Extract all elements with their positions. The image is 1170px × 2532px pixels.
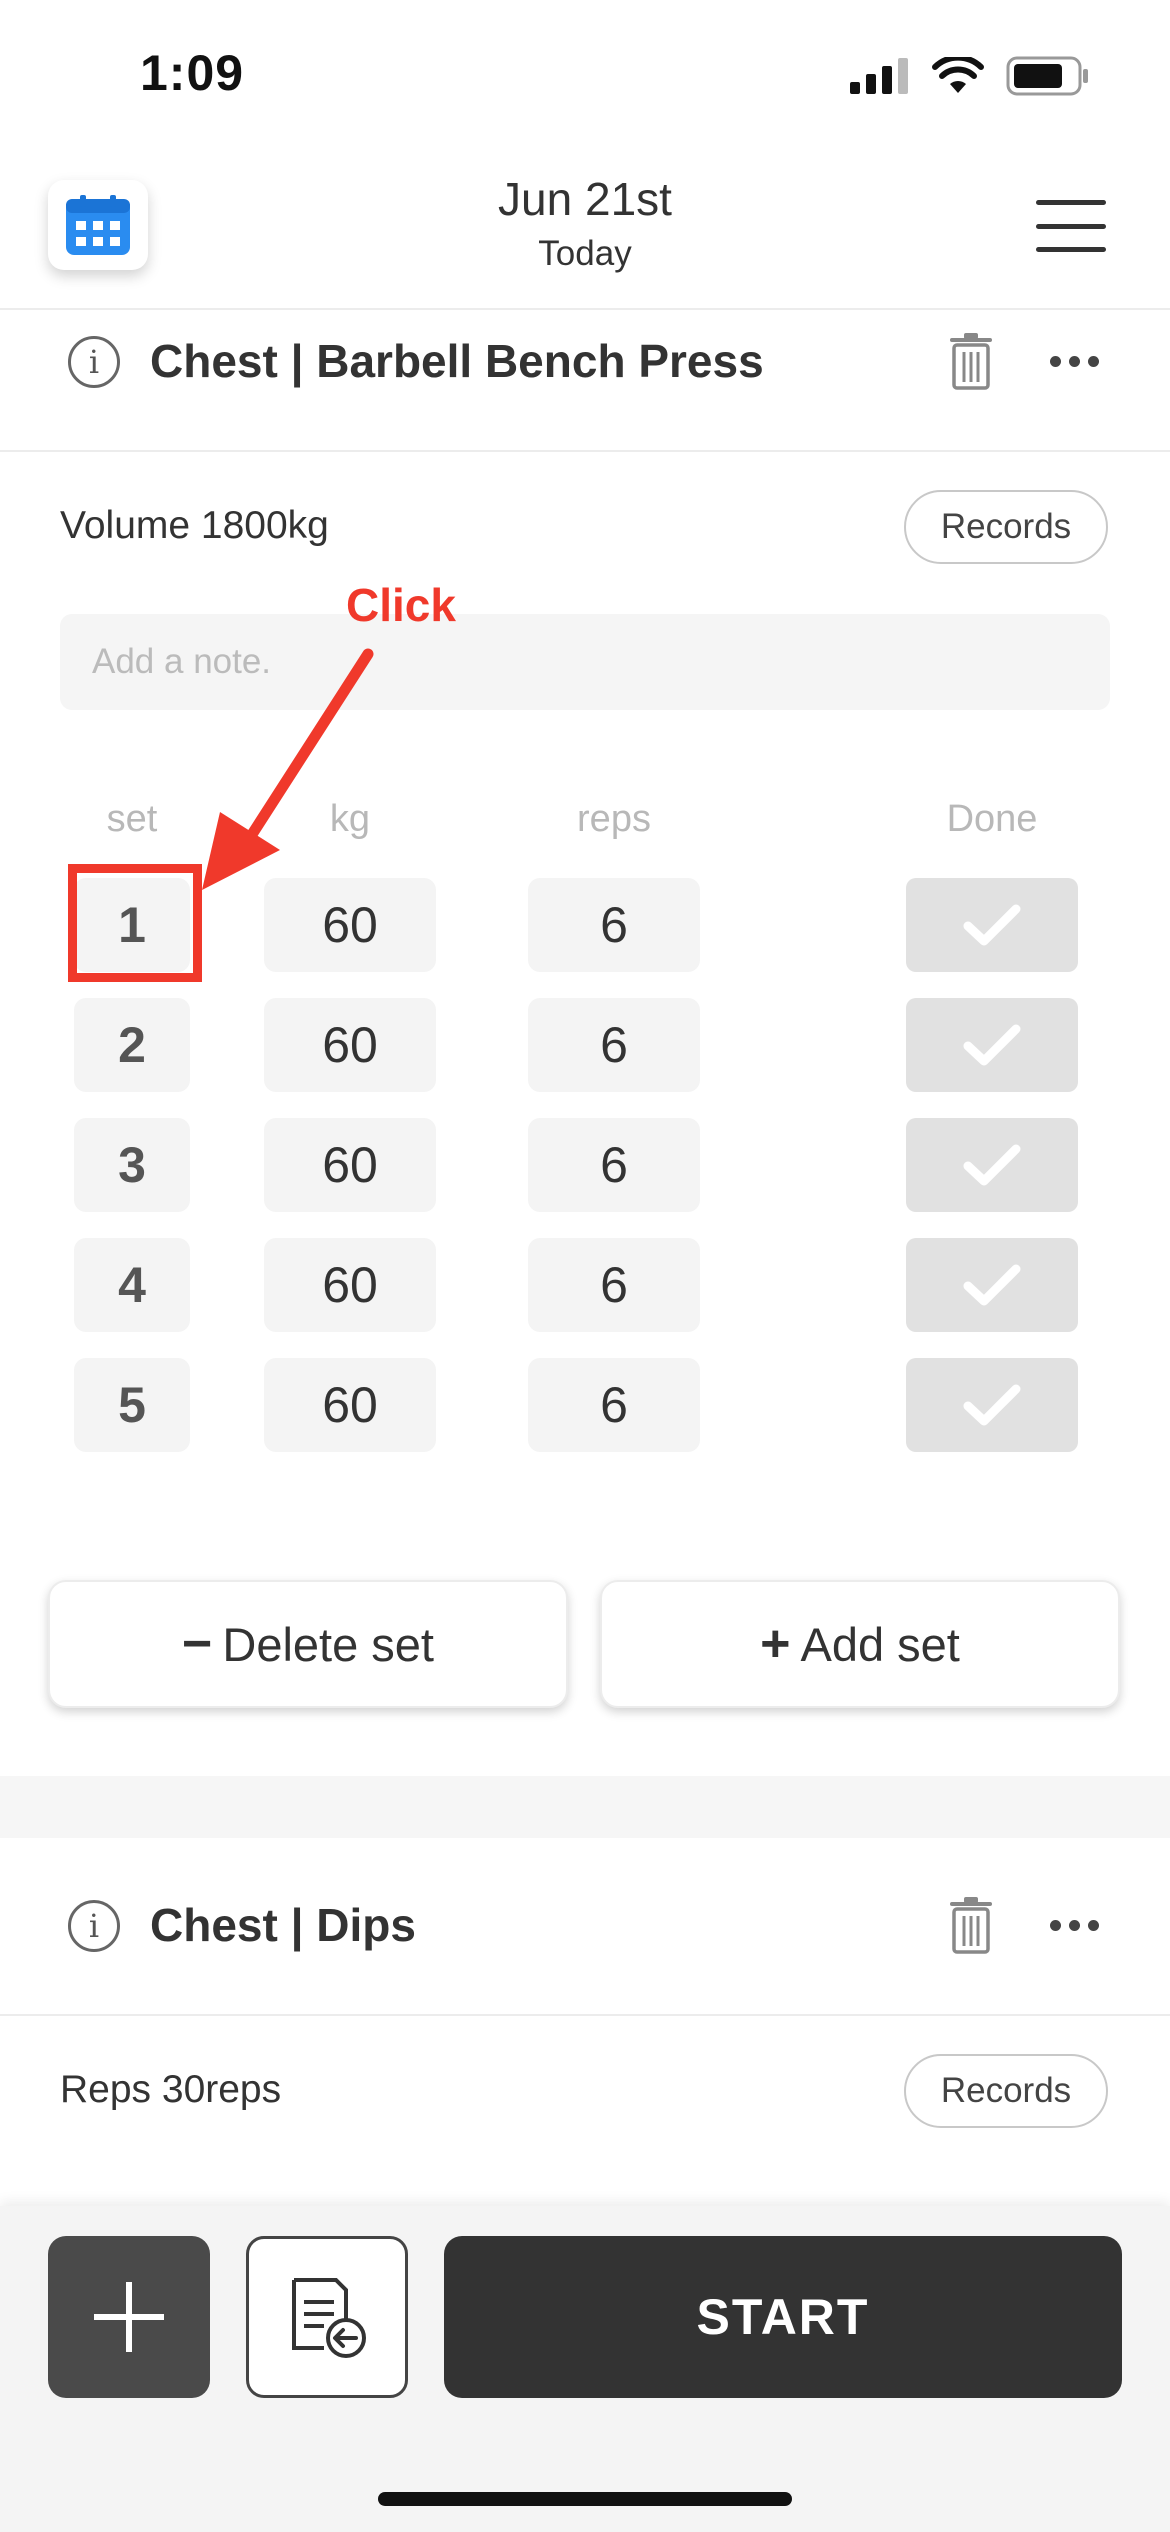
- reps-input[interactable]: 6: [528, 1118, 700, 1212]
- checkmark-icon: [963, 1144, 1021, 1186]
- click-highlight-box: [68, 864, 202, 982]
- exercise-title[interactable]: Chest | Dips: [150, 1898, 416, 1952]
- start-button[interactable]: START: [444, 2236, 1122, 2398]
- column-header-reps: reps: [577, 798, 651, 840]
- delete-set-button[interactable]: − Delete set: [48, 1580, 568, 1708]
- checkmark-icon: [963, 904, 1021, 946]
- import-routine-button[interactable]: [246, 2236, 408, 2398]
- checkmark-icon: [963, 1264, 1021, 1306]
- done-checkbox[interactable]: [906, 1358, 1078, 1452]
- section-divider: [0, 450, 1170, 452]
- set-number[interactable]: 2: [74, 998, 190, 1092]
- column-header-set: set: [106, 798, 158, 840]
- date-subtitle: Today: [538, 234, 632, 273]
- status-icons: [850, 56, 1090, 96]
- checkmark-icon: [963, 1024, 1021, 1066]
- more-options-icon[interactable]: [1050, 356, 1099, 367]
- status-time: 1:09: [140, 45, 245, 101]
- section-gap: [0, 1776, 1170, 1838]
- set-number[interactable]: 5: [74, 1358, 190, 1452]
- kg-input[interactable]: 60: [264, 998, 436, 1092]
- annotation-arrow-icon: [202, 648, 374, 890]
- add-exercise-button[interactable]: [48, 2236, 210, 2398]
- add-set-button[interactable]: + Add set: [600, 1580, 1120, 1708]
- trash-icon[interactable]: [944, 332, 998, 390]
- checkmark-icon: [963, 1384, 1021, 1426]
- info-icon[interactable]: i: [68, 336, 120, 388]
- minus-icon: −: [182, 1615, 213, 1673]
- header-divider: [0, 308, 1170, 310]
- reps-input[interactable]: 6: [528, 1238, 700, 1332]
- reps-summary: Reps 30reps: [60, 2068, 282, 2111]
- wifi-icon: [932, 57, 984, 93]
- plus-icon: [94, 2282, 164, 2352]
- column-header-done: Done: [946, 798, 1038, 840]
- click-annotation-label: Click: [346, 579, 456, 631]
- info-icon[interactable]: i: [68, 1900, 120, 1952]
- delete-set-label: Delete set: [222, 1617, 434, 1671]
- exercise-title[interactable]: Chest | Barbell Bench Press: [150, 334, 764, 388]
- kg-input[interactable]: 60: [264, 1238, 436, 1332]
- reps-input[interactable]: 6: [528, 1358, 700, 1452]
- section-divider: [0, 2014, 1170, 2016]
- records-button[interactable]: Records: [904, 490, 1108, 564]
- kg-input[interactable]: 60: [264, 1118, 436, 1212]
- volume-summary: Volume 1800kg: [60, 504, 329, 547]
- home-indicator: [378, 2492, 792, 2506]
- plus-icon: +: [760, 1615, 791, 1673]
- cellular-signal-icon: [850, 58, 908, 94]
- done-checkbox[interactable]: [906, 1238, 1078, 1332]
- kg-input[interactable]: 60: [264, 1358, 436, 1452]
- reps-input[interactable]: 6: [528, 878, 700, 972]
- done-checkbox[interactable]: [906, 1118, 1078, 1212]
- set-number[interactable]: 4: [74, 1238, 190, 1332]
- hamburger-menu-icon[interactable]: [1036, 200, 1106, 252]
- date-title: Jun 21st: [498, 173, 672, 225]
- set-number[interactable]: 3: [74, 1118, 190, 1212]
- add-set-label: Add set: [800, 1617, 960, 1671]
- records-button[interactable]: Records: [904, 2054, 1108, 2128]
- import-document-icon: [292, 2278, 366, 2358]
- trash-icon[interactable]: [944, 1896, 998, 1954]
- battery-icon: [1006, 56, 1088, 96]
- done-checkbox[interactable]: [906, 998, 1078, 1092]
- more-options-icon[interactable]: [1050, 1920, 1099, 1931]
- done-checkbox[interactable]: [906, 878, 1078, 972]
- reps-input[interactable]: 6: [528, 998, 700, 1092]
